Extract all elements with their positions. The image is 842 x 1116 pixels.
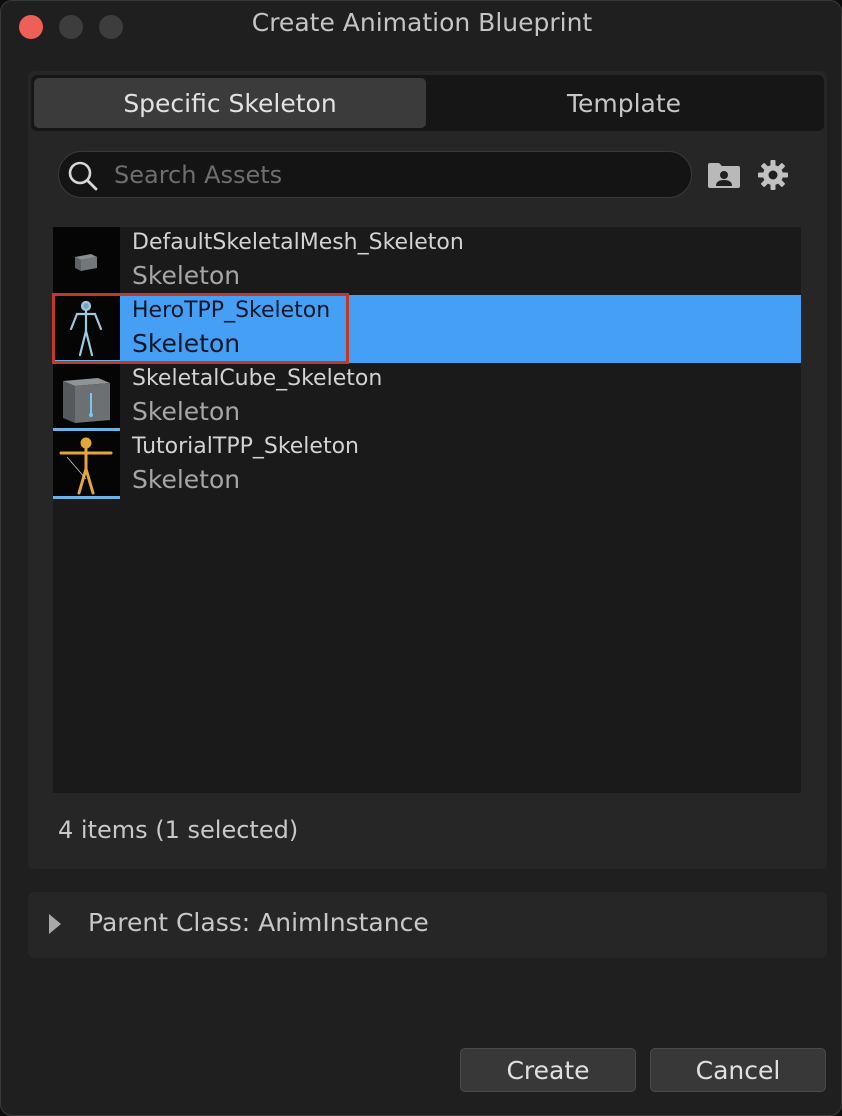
thumbnail-accent-bar xyxy=(53,496,120,499)
gear-icon[interactable] xyxy=(755,157,791,193)
asset-list: DefaultSkeletalMesh_Skeleton Skeleton He… xyxy=(53,227,801,793)
asset-type: Skeleton xyxy=(132,397,241,426)
create-animation-blueprint-dialog: Create Animation Blueprint Specific Skel… xyxy=(0,0,842,1116)
mesh-thumbnail xyxy=(53,227,120,295)
tab-specific-skeleton[interactable]: Specific Skeleton xyxy=(34,78,426,128)
parent-class-section[interactable]: Parent Class: AnimInstance xyxy=(28,892,827,958)
asset-name: DefaultSkeletalMesh_Skeleton xyxy=(132,230,464,255)
search-box[interactable] xyxy=(58,151,692,198)
tab-template[interactable]: Template xyxy=(427,78,821,128)
item-count-status: 4 items (1 selected) xyxy=(58,816,299,844)
picker-tabs: Specific Skeleton Template xyxy=(31,75,824,131)
asset-name: SkeletalCube_Skeleton xyxy=(132,366,383,391)
hero-skeleton-thumbnail xyxy=(53,295,120,363)
window-title: Create Animation Blueprint xyxy=(251,8,593,37)
asset-type: Skeleton xyxy=(132,329,241,358)
title-bar: Create Animation Blueprint xyxy=(1,1,841,49)
list-item[interactable]: SkeletalCube_Skeleton Skeleton xyxy=(53,363,801,431)
parent-class-label: Parent Class: AnimInstance xyxy=(88,908,429,937)
expand-caret-icon[interactable] xyxy=(49,914,61,934)
asset-name: TutorialTPP_Skeleton xyxy=(132,434,359,459)
asset-type: Skeleton xyxy=(132,465,241,494)
cancel-button[interactable]: Cancel xyxy=(650,1048,826,1092)
asset-type: Skeleton xyxy=(132,261,241,290)
list-item[interactable]: HeroTPP_Skeleton Skeleton xyxy=(53,295,801,363)
list-item[interactable]: TutorialTPP_Skeleton Skeleton xyxy=(53,431,801,499)
asset-name: HeroTPP_Skeleton xyxy=(132,298,331,323)
cube-thumbnail xyxy=(53,363,120,431)
search-icon xyxy=(68,161,98,191)
list-item[interactable]: DefaultSkeletalMesh_Skeleton Skeleton xyxy=(53,227,801,295)
tutorial-mannequin-thumbnail xyxy=(53,431,120,499)
search-input[interactable] xyxy=(114,158,674,192)
folder-user-icon[interactable] xyxy=(706,157,742,193)
create-button[interactable]: Create xyxy=(460,1048,636,1092)
